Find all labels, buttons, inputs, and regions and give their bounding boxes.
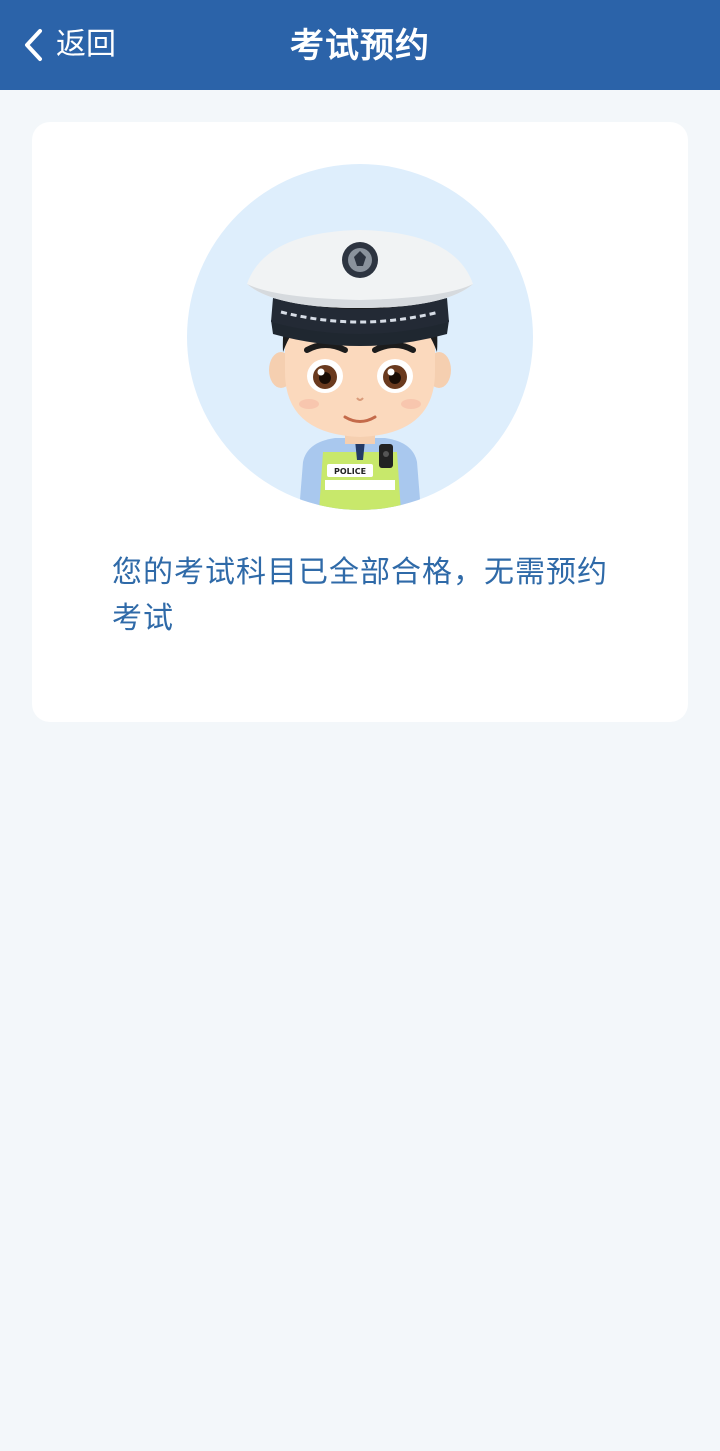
police-avatar-image: POLICE [187,164,533,510]
notice-message: 您的考试科目已全部合格，无需预约考试 [112,555,608,636]
nav-bar: 返回 考试预约 [0,0,720,90]
notice-card: POLICE 您的考试科目已全部合格，无需预约考试 [32,122,688,722]
page-title: 考试预约 [290,26,430,66]
police-badge-text: POLICE [334,467,366,476]
